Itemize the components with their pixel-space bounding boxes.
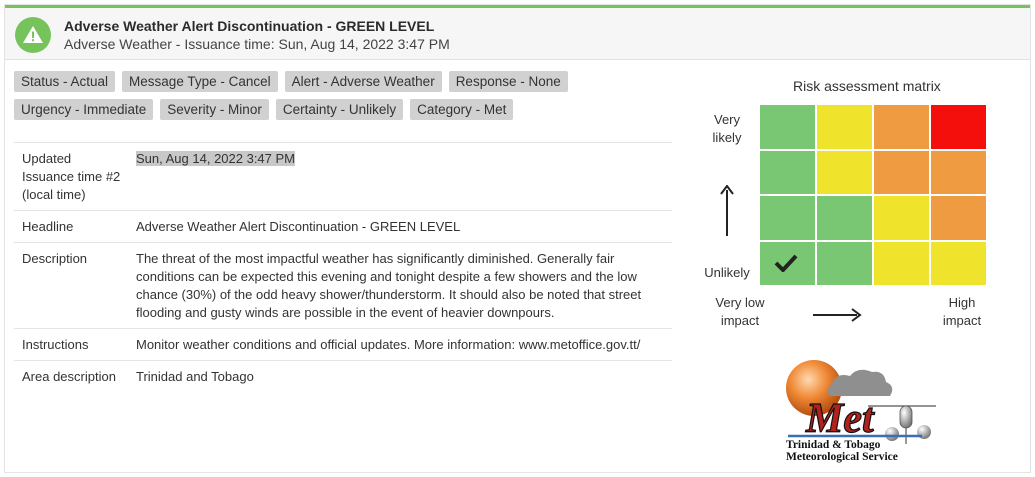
risk-matrix-cell <box>760 150 815 194</box>
instructions-label: Instructions <box>14 328 128 361</box>
tag-message-type: Message Type - Cancel <box>122 71 278 92</box>
warning-icon <box>23 26 43 43</box>
tag-severity: Severity - Minor <box>160 99 269 120</box>
likelihood-high-label: Very likely <box>712 112 742 145</box>
risk-matrix-cell <box>817 105 872 149</box>
risk-matrix-cell-selected <box>760 241 815 285</box>
likelihood-low-label: Unlikely <box>704 265 750 280</box>
risk-matrix-cell <box>874 241 929 285</box>
alert-details-table: Updated Issuance time #2 (local time) Su… <box>14 142 672 392</box>
alert-title: Adverse Weather Alert Discontinuation - … <box>64 18 435 34</box>
table-row: Instructions Monitor weather conditions … <box>14 328 672 361</box>
table-row: Updated Issuance time #2 (local time) Su… <box>14 142 672 211</box>
risk-matrix <box>760 105 986 285</box>
area-value: Trinidad and Tobago <box>128 360 672 392</box>
headline-label: Headline <box>14 210 128 243</box>
updated-issuance-label: Updated Issuance time #2 (local time) <box>14 142 128 211</box>
risk-matrix-cell <box>874 105 929 149</box>
tag-row: Urgency - Immediate Severity - Minor Cer… <box>14 99 664 120</box>
risk-matrix-cell <box>760 105 815 149</box>
updated-issuance-value-cell: Sun, Aug 14, 2022 3:47 PM <box>128 142 672 211</box>
risk-matrix-cell <box>931 105 986 149</box>
impact-high-label: High impact <box>942 295 982 328</box>
table-row: Area description Trinidad and Tobago <box>14 360 672 392</box>
tag-certainty: Certainty - Unlikely <box>275 99 404 120</box>
table-row: Description The threat of the most impac… <box>14 242 672 329</box>
tag-response: Response - None <box>448 71 568 92</box>
alert-level-badge <box>15 17 51 53</box>
risk-matrix-cell <box>874 196 929 240</box>
table-row: Headline Adverse Weather Alert Discontin… <box>14 210 672 243</box>
risk-matrix-cell <box>931 196 986 240</box>
risk-matrix-cell <box>931 241 986 285</box>
alert-tags: Status - Actual Message Type - Cancel Al… <box>14 71 664 127</box>
arrow-up-icon <box>720 185 734 236</box>
impact-low-label: Very low impact <box>715 295 765 328</box>
alert-header: Adverse Weather Alert Discontinuation - … <box>5 8 1030 60</box>
tag-status: Status - Actual <box>14 71 116 92</box>
risk-matrix-title: Risk assessment matrix <box>793 78 941 94</box>
tag-row: Status - Actual Message Type - Cancel Al… <box>14 71 664 92</box>
risk-matrix-cell <box>874 150 929 194</box>
tag-alert: Alert - Adverse Weather <box>284 71 442 92</box>
logo-org-line2: Meteorological Service <box>786 451 898 463</box>
description-value: The threat of the most impactful weather… <box>128 242 672 329</box>
tag-urgency: Urgency - Immediate <box>14 99 154 120</box>
risk-matrix-cell <box>817 241 872 285</box>
logo-org-line1: Trinidad & Tobago <box>786 439 881 451</box>
area-label: Area description <box>14 360 128 392</box>
risk-matrix-cell <box>817 150 872 194</box>
tag-category: Category - Met <box>410 99 514 120</box>
risk-matrix-cell <box>931 150 986 194</box>
risk-matrix-cell <box>817 196 872 240</box>
alert-subtitle: Adverse Weather - Issuance time: Sun, Au… <box>64 36 450 52</box>
headline-value: Adverse Weather Alert Discontinuation - … <box>128 210 672 243</box>
risk-matrix-cell <box>760 196 815 240</box>
checkmark-icon <box>774 254 798 272</box>
instructions-value: Monitor weather conditions and official … <box>128 328 672 361</box>
description-label: Description <box>14 242 128 329</box>
updated-issuance-value: Sun, Aug 14, 2022 3:47 PM <box>136 151 296 166</box>
arrow-right-icon <box>813 308 862 322</box>
